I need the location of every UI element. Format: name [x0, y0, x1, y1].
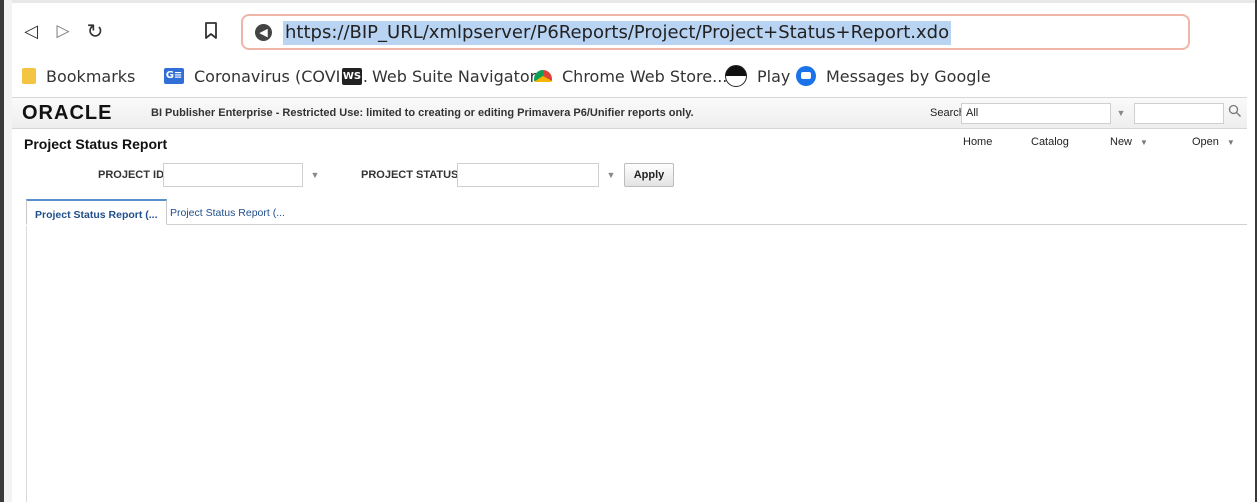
chevron-down-icon: ▼ — [1226, 138, 1235, 147]
bookmark-messages[interactable]: Messages by Google — [796, 63, 991, 89]
web-suite-icon: WS — [342, 67, 362, 85]
oracle-logo: ORACLE — [22, 102, 113, 124]
report-parameters: PROJECT ID ▼ PROJECT STATUS ▼ Apply — [12, 160, 1247, 190]
reload-icon[interactable]: ↻ — [82, 18, 108, 44]
tab-project-status-report-1[interactable]: Project Status Report (... — [26, 199, 167, 225]
chrome-store-icon — [534, 70, 552, 82]
open-menu[interactable]: Open ▼ — [1192, 136, 1235, 148]
bookmark-label: Messages by Google — [826, 66, 991, 86]
back-arrow-icon[interactable]: ◁ — [18, 18, 44, 44]
url-text[interactable]: https://BIP_URL/xmlpserver/P6Reports/Pro… — [283, 21, 952, 45]
address-bar[interactable]: ◀ https://BIP_URL/xmlpserver/P6Reports/P… — [241, 14, 1190, 50]
new-menu-label: New — [1110, 136, 1133, 148]
site-info-icon[interactable]: ◀ — [255, 24, 272, 41]
page-title: Project Status Report — [24, 136, 168, 152]
bookmark-web-suite-navigator[interactable]: WS Web Suite Navigator — [342, 63, 536, 89]
chevron-down-icon[interactable]: ▼ — [601, 163, 621, 187]
window-left-shade — [4, 0, 12, 502]
project-id-label: PROJECT ID — [98, 169, 165, 181]
apply-button[interactable]: Apply — [624, 163, 674, 187]
search-glyph — [1228, 104, 1241, 117]
window-top-edge — [0, 0, 1257, 3]
chevron-down-icon[interactable]: ▼ — [1111, 103, 1131, 124]
browser-toolbar: ◁ ▷ ↻ ◀ https://BIP_URL/xmlpserver/P6Rep… — [12, 12, 1247, 58]
messages-icon — [796, 66, 816, 86]
search-scope-select[interactable]: All — [961, 103, 1111, 124]
google-sheets-icon: G≡ — [164, 68, 184, 84]
bookmark-label: Chrome Web Store... — [562, 66, 728, 86]
search-input[interactable] — [1134, 103, 1224, 124]
report-content-area — [26, 226, 1247, 502]
bookmark-play[interactable]: Play — [725, 63, 790, 89]
report-tabs: Project Status Report (... Project Statu… — [26, 197, 1247, 225]
project-status-input[interactable] — [457, 163, 599, 187]
home-link[interactable]: Home — [963, 136, 992, 148]
play-icon — [725, 65, 747, 87]
folder-icon — [22, 68, 36, 84]
product-tagline: BI Publisher Enterprise - Restricted Use… — [151, 107, 694, 119]
bookmark-label: Play — [757, 66, 791, 86]
new-menu[interactable]: New ▼ — [1110, 136, 1148, 148]
bi-publisher-header: ORACLE BI Publisher Enterprise - Restric… — [12, 97, 1247, 129]
open-menu-label: Open — [1192, 136, 1219, 148]
bookmark-label: Web Suite Navigator — [372, 66, 537, 86]
bookmark-glyph — [205, 22, 217, 39]
search-scope-value: All — [966, 107, 979, 119]
bookmarks-bar: Bookmarks G≡ Coronavirus (COVID... WS We… — [12, 60, 1247, 92]
bookmark-folder-bookmarks[interactable]: Bookmarks — [22, 63, 135, 89]
bookmark-chrome-web-store[interactable]: Chrome Web Store... — [534, 63, 727, 89]
chevron-down-icon[interactable]: ▼ — [305, 163, 325, 187]
project-status-label: PROJECT STATUS — [361, 169, 459, 181]
bookmark-label: Bookmarks — [46, 66, 136, 86]
search-label: Search — [930, 107, 965, 119]
chevron-down-icon: ▼ — [1140, 138, 1148, 147]
report-title-bar: Project Status Report Home Catalog New ▼ … — [12, 129, 1247, 155]
catalog-link[interactable]: Catalog — [1031, 136, 1069, 148]
window-left-border — [0, 0, 4, 502]
search-icon[interactable] — [1228, 104, 1244, 120]
tab-project-status-report-2[interactable]: Project Status Report (... — [162, 199, 293, 225]
bookmark-icon[interactable] — [198, 18, 224, 44]
project-id-input[interactable] — [163, 163, 303, 187]
bookmark-coronavirus[interactable]: G≡ Coronavirus (COVID... — [164, 63, 368, 89]
forward-arrow-icon[interactable]: ▷ — [50, 18, 76, 44]
